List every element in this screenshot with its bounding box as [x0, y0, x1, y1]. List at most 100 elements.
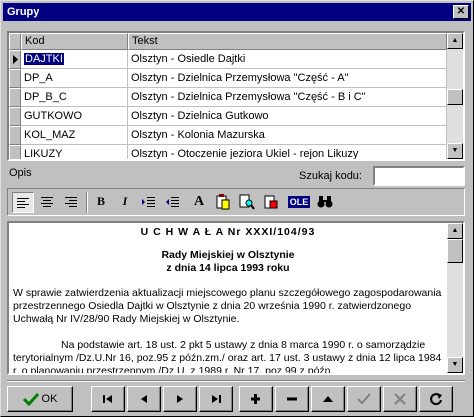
memo-paragraph-2: Na podstawie art. 18 ust. 2 pkt 5 ustawy… — [13, 339, 442, 373]
indent-button[interactable] — [138, 192, 160, 213]
row-indicator — [9, 126, 21, 145]
cell-kod[interactable]: KOL_MAZ — [21, 126, 128, 145]
search-label: Szukaj kodu: — [299, 170, 362, 182]
check-icon — [357, 393, 371, 405]
align-right-icon — [65, 197, 77, 207]
column-header-tekst[interactable]: Tekst — [128, 33, 447, 50]
cell-tekst[interactable]: Olsztyn - Otoczenie jeziora Ukiel - rejo… — [128, 145, 447, 159]
divider — [7, 380, 465, 382]
cell-kod[interactable]: DP_A — [21, 69, 128, 88]
grid-scrollbar[interactable]: ▲ ▼ — [447, 33, 463, 159]
binoculars-button[interactable] — [314, 192, 336, 213]
align-center-button[interactable] — [36, 192, 58, 213]
indent-icon — [142, 197, 155, 207]
align-left-button[interactable] — [12, 192, 34, 213]
bold-button[interactable]: B — [90, 192, 112, 213]
cell-kod[interactable]: LIKUZY — [21, 145, 128, 159]
prior-icon — [141, 395, 147, 403]
table-row[interactable]: DAJTKI Olsztyn - Osiedle Dajtki — [9, 50, 447, 69]
cell-kod[interactable]: DAJTKI — [24, 53, 64, 65]
paste-icon — [216, 194, 230, 210]
prior-record-button[interactable] — [127, 386, 161, 412]
paste-button[interactable] — [212, 192, 234, 213]
title-bar: Grupy ✕ — [3, 3, 471, 21]
next-icon — [177, 395, 183, 403]
delete-record-button[interactable] — [275, 386, 309, 412]
memo-heading-2: Rady Miejskiej w Olsztynie — [161, 249, 295, 261]
table-row[interactable]: KOL_MAZ Olsztyn - Kolonia Mazurska — [9, 126, 447, 145]
font-button[interactable]: A — [188, 192, 210, 213]
scroll-thumb[interactable] — [447, 239, 463, 263]
row-indicator — [9, 88, 21, 107]
arrow-up-icon: ▲ — [451, 37, 459, 44]
opis-label: Opis — [9, 167, 32, 179]
checkmark-icon — [22, 393, 39, 407]
binoculars-icon — [317, 196, 333, 208]
close-button[interactable]: ✕ — [453, 5, 469, 19]
minus-icon — [287, 397, 297, 401]
x-icon — [394, 393, 406, 405]
table-row[interactable]: LIKUZY Olsztyn - Otoczenie jeziora Ukiel… — [9, 145, 447, 159]
memo-heading-1: U C H W A Ł A Nr XXXI/104/93 — [140, 226, 316, 238]
cell-tekst[interactable]: Olsztyn - Dzielnica Przemysłowa "Część -… — [128, 88, 447, 107]
row-indicator — [9, 107, 21, 126]
ole-button[interactable]: OLE — [286, 192, 312, 213]
current-row-icon — [13, 55, 18, 64]
grid-corner — [9, 33, 21, 50]
scroll-up-button[interactable]: ▲ — [447, 33, 463, 49]
grupy-window: Grupy ✕ Kod Tekst DAJTKI Olsztyn - Osied… — [0, 0, 474, 417]
last-icon — [212, 395, 221, 403]
arrow-up-icon: ▲ — [451, 227, 459, 234]
arrow-down-icon: ▼ — [451, 361, 459, 368]
scroll-down-button[interactable]: ▼ — [447, 357, 463, 373]
align-right-button[interactable] — [60, 192, 82, 213]
row-indicator — [9, 69, 21, 88]
cell-tekst[interactable]: Olsztyn - Osiedle Dajtki — [128, 50, 447, 69]
memo-scrollbar[interactable]: ▲ ▼ — [447, 223, 463, 373]
cell-kod[interactable]: DP_B_C — [21, 88, 128, 107]
table-row[interactable]: DP_A Olsztyn - Dzielnica Przemysłowa "Cz… — [9, 69, 447, 88]
post-record-button[interactable] — [347, 386, 381, 412]
row-indicator — [9, 145, 21, 159]
insert-record-button[interactable] — [239, 386, 273, 412]
cell-kod[interactable]: GUTKOWO — [21, 107, 128, 126]
toolbar-separator — [86, 192, 88, 213]
align-center-icon — [41, 197, 53, 207]
align-left-icon — [17, 198, 29, 208]
scroll-up-button[interactable]: ▲ — [447, 223, 463, 239]
edit-record-button[interactable] — [311, 386, 345, 412]
scroll-down-button[interactable]: ▼ — [447, 143, 463, 159]
scroll-thumb[interactable] — [447, 89, 463, 105]
last-record-button[interactable] — [199, 386, 233, 412]
first-icon — [103, 395, 112, 403]
refresh-button[interactable] — [419, 386, 453, 412]
find-icon — [239, 194, 255, 210]
cell-tekst[interactable]: Olsztyn - Kolonia Mazurska — [128, 126, 447, 145]
plus-icon — [251, 394, 260, 404]
outdent-icon — [166, 197, 179, 207]
column-header-kod[interactable]: Kod — [21, 33, 128, 50]
search-code-input[interactable] — [373, 166, 465, 186]
table-row[interactable]: DP_B_C Olsztyn - Dzielnica Przemysłowa "… — [9, 88, 447, 107]
first-record-button[interactable] — [91, 386, 125, 412]
outdent-button[interactable] — [162, 192, 184, 213]
cancel-record-button[interactable] — [383, 386, 417, 412]
insert-object-button[interactable] — [260, 192, 282, 213]
find-replace-button[interactable] — [236, 192, 258, 213]
groups-grid[interactable]: Kod Tekst DAJTKI Olsztyn - Osiedle Dajtk… — [7, 31, 465, 161]
window-title: Grupy — [7, 6, 40, 18]
ok-button[interactable]: OK — [7, 386, 73, 412]
memo-heading-3: z dnia 14 lipca 1993 roku — [166, 262, 290, 274]
table-row[interactable]: GUTKOWO Olsztyn - Dzielnica Gutkowo — [9, 107, 447, 126]
format-toolbar: B I A OLE — [7, 188, 465, 216]
italic-button[interactable]: I — [114, 192, 136, 213]
next-record-button[interactable] — [163, 386, 197, 412]
description-memo[interactable]: U C H W A Ł A Nr XXXI/104/93 Rady Miejsk… — [7, 221, 465, 375]
arrow-down-icon: ▼ — [451, 147, 459, 154]
ok-label: OK — [41, 393, 58, 406]
cell-tekst[interactable]: Olsztyn - Dzielnica Gutkowo — [128, 107, 447, 126]
ole-icon: OLE — [287, 196, 311, 208]
close-icon: ✕ — [456, 6, 466, 17]
cell-tekst[interactable]: Olsztyn - Dzielnica Przemysłowa "Część -… — [128, 69, 447, 88]
triangle-up-icon — [323, 396, 333, 402]
